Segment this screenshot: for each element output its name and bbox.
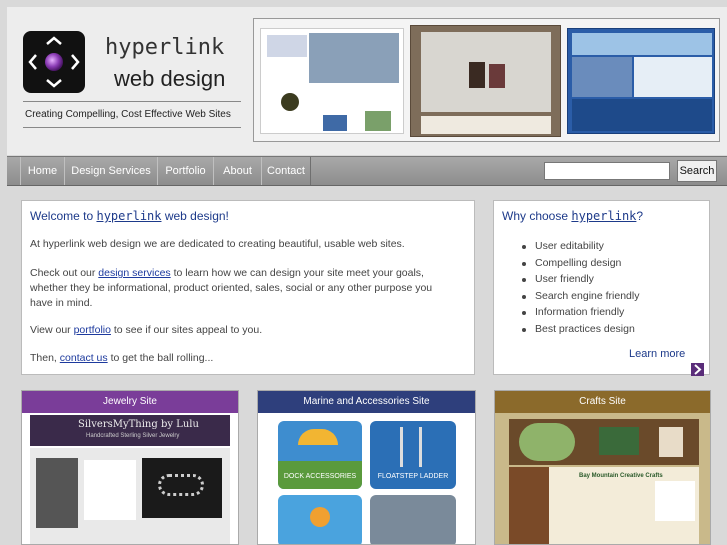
banner-thumb-1	[260, 28, 404, 134]
list-item: User friendly	[521, 271, 639, 288]
welcome-paragraph-2: Check out our design services to learn h…	[30, 266, 455, 311]
crafts-site-card[interactable]: Crafts Site Bay Mountain Creative Crafts	[494, 390, 711, 545]
welcome-paragraph-3: View our portfolio to see if our sites a…	[30, 323, 460, 338]
marine-site-card[interactable]: Marine and Accessories Site DOCK ACCESSO…	[257, 390, 476, 545]
welcome-p3-text-after: to see if our sites appeal to you.	[110, 324, 263, 336]
why-title-brand: hyperlink	[571, 209, 637, 223]
list-item: Information friendly	[521, 304, 639, 321]
design-services-link[interactable]: design services	[98, 267, 170, 279]
crafts-thumb-heading: Bay Mountain Creative Crafts	[579, 473, 663, 479]
nav-item-contact[interactable]: Contact	[261, 157, 311, 185]
welcome-p3-text-before: View our	[30, 324, 74, 336]
jewelry-site-title: Jewelry Site	[22, 391, 238, 413]
benefits-list: User editability Compelling design User …	[521, 238, 639, 337]
banner-thumb-3	[567, 28, 715, 134]
why-title-prefix: Why choose	[502, 209, 572, 223]
marine-tile-photo	[370, 495, 456, 544]
learn-more-link[interactable]: Learn more	[629, 348, 685, 360]
nav-item-home[interactable]: Home	[20, 157, 65, 185]
crafts-site-title: Crafts Site	[495, 391, 710, 413]
contact-us-link[interactable]: contact us	[60, 352, 108, 364]
ladder-icon	[400, 427, 422, 467]
banner-thumb-1-badge	[281, 93, 299, 111]
banner-thumb-2-person-2	[489, 64, 505, 88]
banner-thumb-3-header	[572, 33, 712, 55]
banner-thumb-2-photo	[421, 32, 551, 112]
welcome-paragraph-4: Then, contact us to get the ball rolling…	[30, 351, 460, 366]
crafts-thumb-logo	[519, 423, 575, 461]
list-item: Best practices design	[521, 321, 639, 338]
search-button[interactable]: Search	[677, 160, 717, 182]
crafts-thumb-side-box	[655, 481, 695, 521]
jewelry-thumb-text	[84, 460, 136, 520]
marine-tile-ladder-label: FLOATSTEP LADDER	[377, 473, 449, 480]
crafts-thumb-header	[509, 419, 699, 465]
nav-item-portfolio[interactable]: Portfolio	[157, 157, 214, 185]
banner-thumb-3-strip	[572, 99, 712, 131]
banner-thumb-2-footer	[421, 116, 551, 134]
banner-thumb-1-photo	[309, 33, 399, 83]
banner-thumb-3-panel	[572, 57, 632, 97]
jewelry-thumb-body	[30, 448, 230, 544]
list-item: Compelling design	[521, 255, 639, 272]
marine-site-title: Marine and Accessories Site	[258, 391, 475, 413]
list-item: User editability	[521, 238, 639, 255]
portfolio-link[interactable]: portfolio	[74, 324, 111, 336]
banner-thumb-1-image	[365, 111, 391, 131]
marine-tile-dock: DOCK ACCESSORIES	[278, 421, 362, 489]
logo-word-hyperlink: hyperlink	[105, 35, 225, 60]
umbrella-icon	[298, 429, 338, 445]
welcome-p4-text-before: Then,	[30, 352, 60, 364]
marine-tile-dock-label: DOCK ACCESSORIES	[283, 473, 357, 480]
marine-tile-compass	[278, 495, 362, 544]
welcome-title-suffix: web design!	[161, 209, 229, 223]
search-input[interactable]	[544, 162, 670, 180]
jewelry-thumb-sub: Handcrafted Sterling Silver Jewelry	[86, 433, 180, 439]
nav-item-design-services[interactable]: Design Services	[64, 157, 158, 185]
welcome-p4-text-after: to get the ball rolling...	[107, 352, 214, 364]
jewelry-site-card[interactable]: Jewelry Site SilversMyThing by Lulu Hand…	[21, 390, 239, 545]
crafts-thumb-sidebar	[509, 467, 549, 544]
tagline-divider-bottom	[23, 127, 241, 128]
welcome-title-brand: hyperlink	[96, 209, 162, 223]
why-choose-title: Why choose hyperlink?	[502, 209, 643, 223]
welcome-paragraph-1: At hyperlink web design we are dedicated…	[30, 238, 405, 250]
logo-word-web-design: web design	[114, 66, 226, 91]
banner-thumb-1-logo	[267, 35, 307, 57]
tagline-divider-top	[23, 101, 241, 102]
banner-thumb-3-content	[634, 57, 712, 97]
welcome-p2-text-before: Check out our	[30, 267, 99, 279]
compass-icon	[310, 507, 330, 527]
chevron-right-icon[interactable]	[691, 363, 704, 376]
jewelry-thumb-photo	[36, 458, 78, 528]
welcome-title-prefix: Welcome to	[30, 209, 97, 223]
crafts-thumb-item	[659, 427, 683, 457]
banner-thumb-1-box	[323, 115, 347, 131]
jewelry-thumb-header: SilversMyThing by Lulu Handcrafted Sterl…	[30, 415, 230, 446]
jewelry-thumb-brand: SilversMyThing by Lulu	[78, 419, 199, 430]
bracelet-icon	[158, 474, 204, 496]
jewelry-thumb-product	[142, 458, 222, 518]
portfolio-banner	[253, 18, 720, 142]
marine-tile-ladder: FLOATSTEP LADDER	[370, 421, 456, 489]
crafts-thumb-box	[599, 427, 639, 455]
crafts-thumb-body: Bay Mountain Creative Crafts	[509, 467, 699, 544]
list-item: Search engine friendly	[521, 288, 639, 305]
banner-thumb-2	[410, 25, 561, 137]
banner-thumb-2-person-1	[469, 62, 485, 88]
why-title-suffix: ?	[636, 209, 644, 223]
nav-item-about[interactable]: About	[213, 157, 262, 185]
tagline: Creating Compelling, Cost Effective Web …	[25, 109, 231, 120]
welcome-title: Welcome to hyperlink web design!	[30, 209, 229, 223]
logo-icon[interactable]	[23, 31, 85, 93]
